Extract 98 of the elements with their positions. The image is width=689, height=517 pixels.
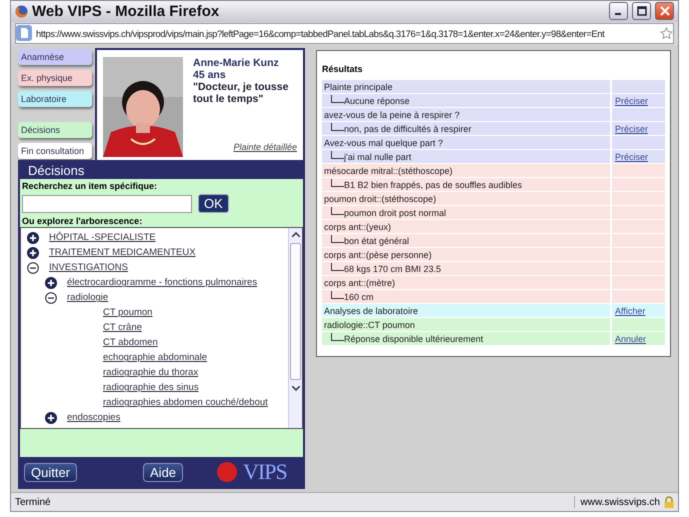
result-cell: avez-vous de la peine à respirer ?: [322, 108, 610, 122]
status-text: Terminé: [15, 496, 52, 508]
tree-item-link[interactable]: CT crâne: [103, 322, 142, 334]
result-cell: B1 B2 bien frappés, pas de souffles audibles: [322, 178, 610, 192]
patient-name: Anne-Marie Kunz: [193, 57, 280, 70]
panel-title: Décisions: [27, 162, 86, 180]
collapse-icon[interactable]: [45, 292, 57, 304]
minimize-button[interactable]: [609, 2, 628, 20]
expand-icon[interactable]: [27, 246, 39, 259]
tree-item-link[interactable]: endoscopies: [67, 412, 120, 424]
tab[interactable]: Anamnèse: [18, 49, 92, 66]
branch-icon: [331, 291, 344, 300]
site-text: www.swissvips.ch: [580, 496, 660, 508]
tab[interactable]: Fin consultation: [18, 143, 92, 160]
search-label: Recherchez un item spécifique:: [22, 181, 158, 192]
result-cell: j'ai mal nulle part: [322, 150, 610, 164]
result-action-cell: [612, 164, 665, 178]
search-field[interactable]: [22, 194, 192, 213]
result-cell: Analyses de laboratoire: [322, 304, 610, 318]
firefox-icon: [15, 4, 28, 18]
tree-item-link[interactable]: HÔPITAL -SPECIALISTE: [49, 232, 156, 244]
scrollbar[interactable]: [288, 228, 302, 428]
address-bar[interactable]: https://www.swissvips.ch/vipsprod/vips/main.jsp?leftPage=16&comp=tabbedPanel.tabLabs&q.3176=1&q.3178=1&enter.x=24&enter.y=98&enter=Ent: [15, 22, 674, 44]
scroll-up-icon[interactable]: [292, 232, 300, 238]
result-cell: corps ant::(yeux): [322, 220, 610, 234]
result-link[interactable]: Afficher: [615, 306, 646, 316]
close-icon: [660, 6, 670, 16]
tree-item-link[interactable]: echographie abdominale: [103, 352, 208, 364]
result-cell: bon état général: [322, 234, 610, 248]
detailed-complaint-link[interactable]: Plainte détaillée: [233, 142, 297, 152]
result-cell: radiologie::CT poumon: [322, 318, 610, 332]
maximize-icon: [636, 6, 646, 16]
tree-item-link[interactable]: radiologie: [67, 292, 108, 304]
branch-icon: [331, 179, 344, 188]
help-button[interactable]: Aide: [143, 462, 184, 482]
ok-button[interactable]: OK: [198, 194, 229, 214]
page-icon: [16, 25, 32, 42]
result-cell: non, pas de difficultés à respirer: [322, 122, 610, 136]
result-link[interactable]: Préciser: [615, 96, 648, 106]
branch-icon: [331, 95, 344, 104]
tree-item-link[interactable]: radiographies abdomen couché/debout: [103, 397, 268, 408]
results-title: Résultats: [322, 64, 364, 74]
expand-icon[interactable]: [45, 412, 57, 424]
result-action-cell: [612, 220, 665, 234]
tree-item-link[interactable]: CT poumon: [103, 307, 152, 318]
close-button[interactable]: [655, 2, 674, 20]
result-action-cell: [612, 276, 665, 290]
result-cell: 160 cm: [322, 290, 610, 304]
result-cell: Avez-vous mal quelque part ?: [322, 136, 610, 150]
result-action-cell: [612, 192, 665, 206]
result-cell: Plainte principale: [322, 80, 610, 94]
result-action-cell: [612, 234, 665, 248]
lock-icon: [664, 496, 674, 508]
quit-button[interactable]: Quitter: [24, 462, 78, 482]
patient-age: 45 ans: [193, 69, 227, 82]
result-cell: corps ant::(mètre): [322, 276, 610, 290]
branch-icon: [331, 235, 344, 244]
result-link[interactable]: Préciser: [615, 152, 648, 162]
result-cell: 68 kgs 170 cm BMI 23.5: [322, 262, 610, 276]
branch-icon: [331, 207, 344, 216]
result-action-cell: [612, 178, 665, 192]
expand-icon[interactable]: [45, 276, 57, 289]
branch-icon: [331, 333, 344, 342]
result-cell: poumon droit::(stéthoscope): [322, 192, 610, 206]
expand-icon[interactable]: [27, 232, 39, 244]
tab[interactable]: Décisions: [18, 122, 92, 138]
result-cell: corps ant::(pèse personne): [322, 248, 610, 262]
tree-item-link[interactable]: radiographie des sinus: [103, 382, 199, 394]
logo-mark-icon: [217, 462, 238, 482]
vips-logo: VIPS: [243, 459, 287, 486]
star-icon[interactable]: [660, 26, 673, 40]
scroll-down-icon[interactable]: [292, 386, 300, 392]
tree-item-link[interactable]: TRAITEMENT MEDICAMENTEUX: [49, 247, 196, 258]
tab[interactable]: Ex. physique: [18, 70, 92, 86]
tree-item-link[interactable]: CT abdomen: [103, 337, 158, 348]
result-cell: poumon droit post normal: [322, 206, 610, 220]
tree-label: Ou explorez l'arborescence:: [22, 216, 142, 226]
window-title: Web VIPS - Mozilla Firefox: [32, 2, 220, 20]
collapse-icon[interactable]: [27, 262, 39, 274]
branch-icon: [331, 263, 344, 272]
result-link[interactable]: Préciser: [615, 124, 648, 134]
maximize-button[interactable]: [632, 2, 651, 20]
tab[interactable]: Laboratoire: [18, 91, 92, 108]
result-cell: Aucune réponse: [322, 94, 610, 108]
result-action-cell: [612, 262, 665, 276]
result-cell: mésocarde mitral::(stéthoscope): [322, 164, 610, 178]
result-action-cell: [612, 248, 665, 262]
tree-item-link[interactable]: INVESTIGATIONS: [49, 262, 128, 274]
result-cell: Réponse disponible ultérieurement: [322, 332, 610, 346]
tree-item-link[interactable]: radiographie du thorax: [103, 367, 198, 378]
patient-quote: "Docteur, je tousse tout le temps": [193, 81, 290, 106]
result-link[interactable]: Annuler: [615, 334, 646, 344]
result-action-cell: [612, 290, 665, 304]
url-text: https://www.swissvips.ch/vipsprod/vips/main.jsp?leftPage=16&comp=tabbedPanel.tabLabs&q.3176=1&q.3178=1&enter.x=24&enter.y=98&enter=Ent: [36, 28, 606, 39]
branch-icon: [331, 123, 344, 132]
result-action-cell: [612, 206, 665, 220]
tree-item-link[interactable]: électrocardiogramme - fonctions pulmonaires: [67, 277, 258, 288]
branch-icon: [331, 151, 344, 160]
